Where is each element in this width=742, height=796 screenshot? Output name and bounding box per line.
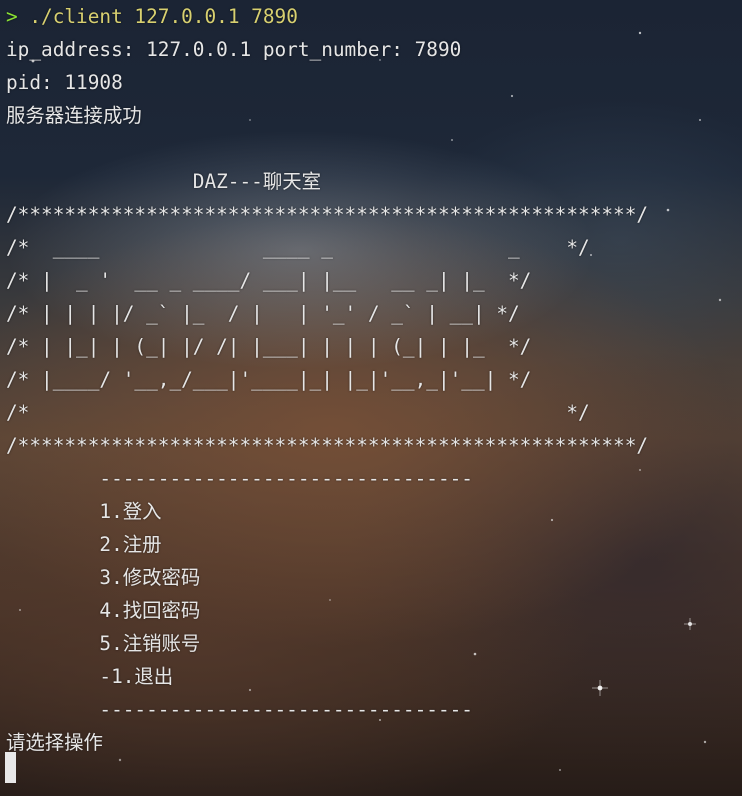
banner-border-top: /***************************************… [6,203,649,226]
banner-art-line-4: /* | |_| | (_| |/ /| |___| | | | (_| | |… [6,335,532,358]
menu-divider-bottom: -------------------------------- [6,698,473,721]
connection-status-line: 服务器连接成功 [6,104,142,127]
menu-item-change-password: 3.修改密码 [6,566,201,589]
banner-art-line-3: /* | | | |/ _` |_ / | | '_' / _` | __| *… [6,302,520,325]
banner-art-line-1: /* ____ ____ _ _ */ [6,236,590,259]
banner-title: DAZ---聊天室 [6,170,322,193]
banner-border-bottom: /***************************************… [6,434,649,457]
terminal-output: > ./client 127.0.0.1 7890 ip_address: 127… [6,0,648,759]
menu-item-login: 1.登入 [6,500,162,523]
address-line: ip_address: 127.0.0.1 port_number: 7890 [6,38,462,61]
command-text: ./client 127.0.0.1 7890 [17,5,298,28]
text-cursor[interactable] [5,752,16,783]
input-prompt: 请选择操作 [6,731,103,754]
menu-divider-top: -------------------------------- [6,467,473,490]
menu-item-exit: -1.退出 [6,665,174,688]
banner-art-line-5: /* |____/ '__,_/___|'____|_| |_|'__,_|'_… [6,368,532,391]
menu-item-register: 2.注册 [6,533,162,556]
banner-art-line-6: /* */ [6,401,590,424]
menu-item-recover-password: 4.找回密码 [6,599,201,622]
prompt-symbol: > [6,5,18,28]
banner-art-line-2: /* | _ ' __ _ ____/ ___| |__ __ _| |_ */ [6,269,532,292]
menu-item-delete-account: 5.注销账号 [6,632,201,655]
pid-line: pid: 11908 [6,71,123,94]
command-line: > ./client 127.0.0.1 7890 [6,0,648,33]
terminal-window[interactable]: > ./client 127.0.0.1 7890 ip_address: 127… [0,0,742,796]
